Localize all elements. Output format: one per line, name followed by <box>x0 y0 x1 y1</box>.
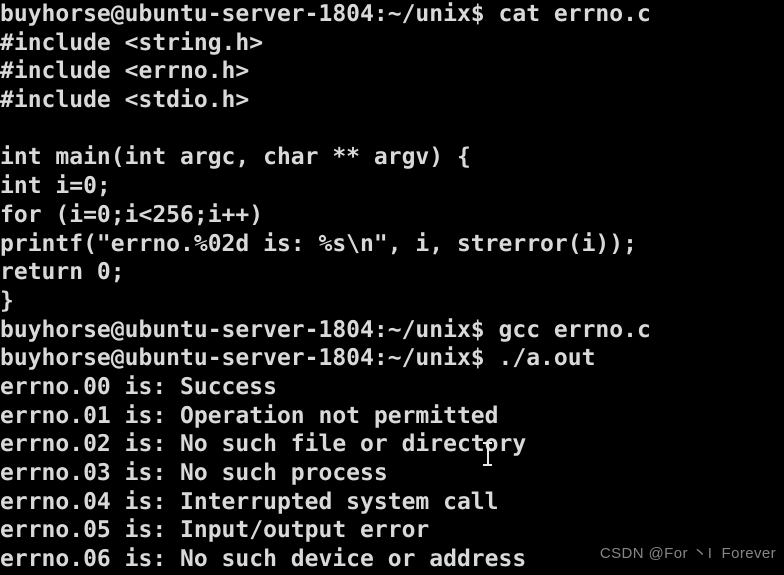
terminal-line: errno.01 is: Operation not permitted <box>0 402 499 429</box>
terminal-line: for (i=0;i<256;i++) <box>0 201 264 228</box>
terminal-line: #include <string.h> <box>0 29 264 56</box>
terminal-line: #include <stdio.h> <box>0 87 250 114</box>
terminal-line: buyhorse@ubuntu-server-1804:~/unix$ gcc … <box>0 316 651 343</box>
terminal-line: errno.04 is: Interrupted system call <box>0 488 499 515</box>
terminal-line: return 0; <box>0 259 125 286</box>
terminal-window[interactable]: buyhorse@ubuntu-server-1804:~/unix$ cat … <box>0 0 784 575</box>
terminal-line: int main(int argc, char ** argv) { <box>0 144 471 171</box>
terminal-line: } <box>0 287 14 314</box>
terminal-line: errno.00 is: Success <box>0 373 277 400</box>
terminal-line: errno.03 is: No such process <box>0 460 388 486</box>
terminal-line: printf("errno.%02d is: %s\n", i, strerro… <box>0 230 637 257</box>
terminal-line: int i=0; <box>0 173 111 200</box>
terminal-line: buyhorse@ubuntu-server-1804:~/unix$ cat … <box>0 1 651 27</box>
terminal-line: errno.02 is: No such file or directory <box>0 431 527 458</box>
terminal-line: buyhorse@ubuntu-server-1804:~/unix$ ./a.… <box>0 345 596 372</box>
watermark-label: CSDN @For 丶I Forever <box>599 545 776 563</box>
terminal-line: #include <errno.h> <box>0 58 250 85</box>
